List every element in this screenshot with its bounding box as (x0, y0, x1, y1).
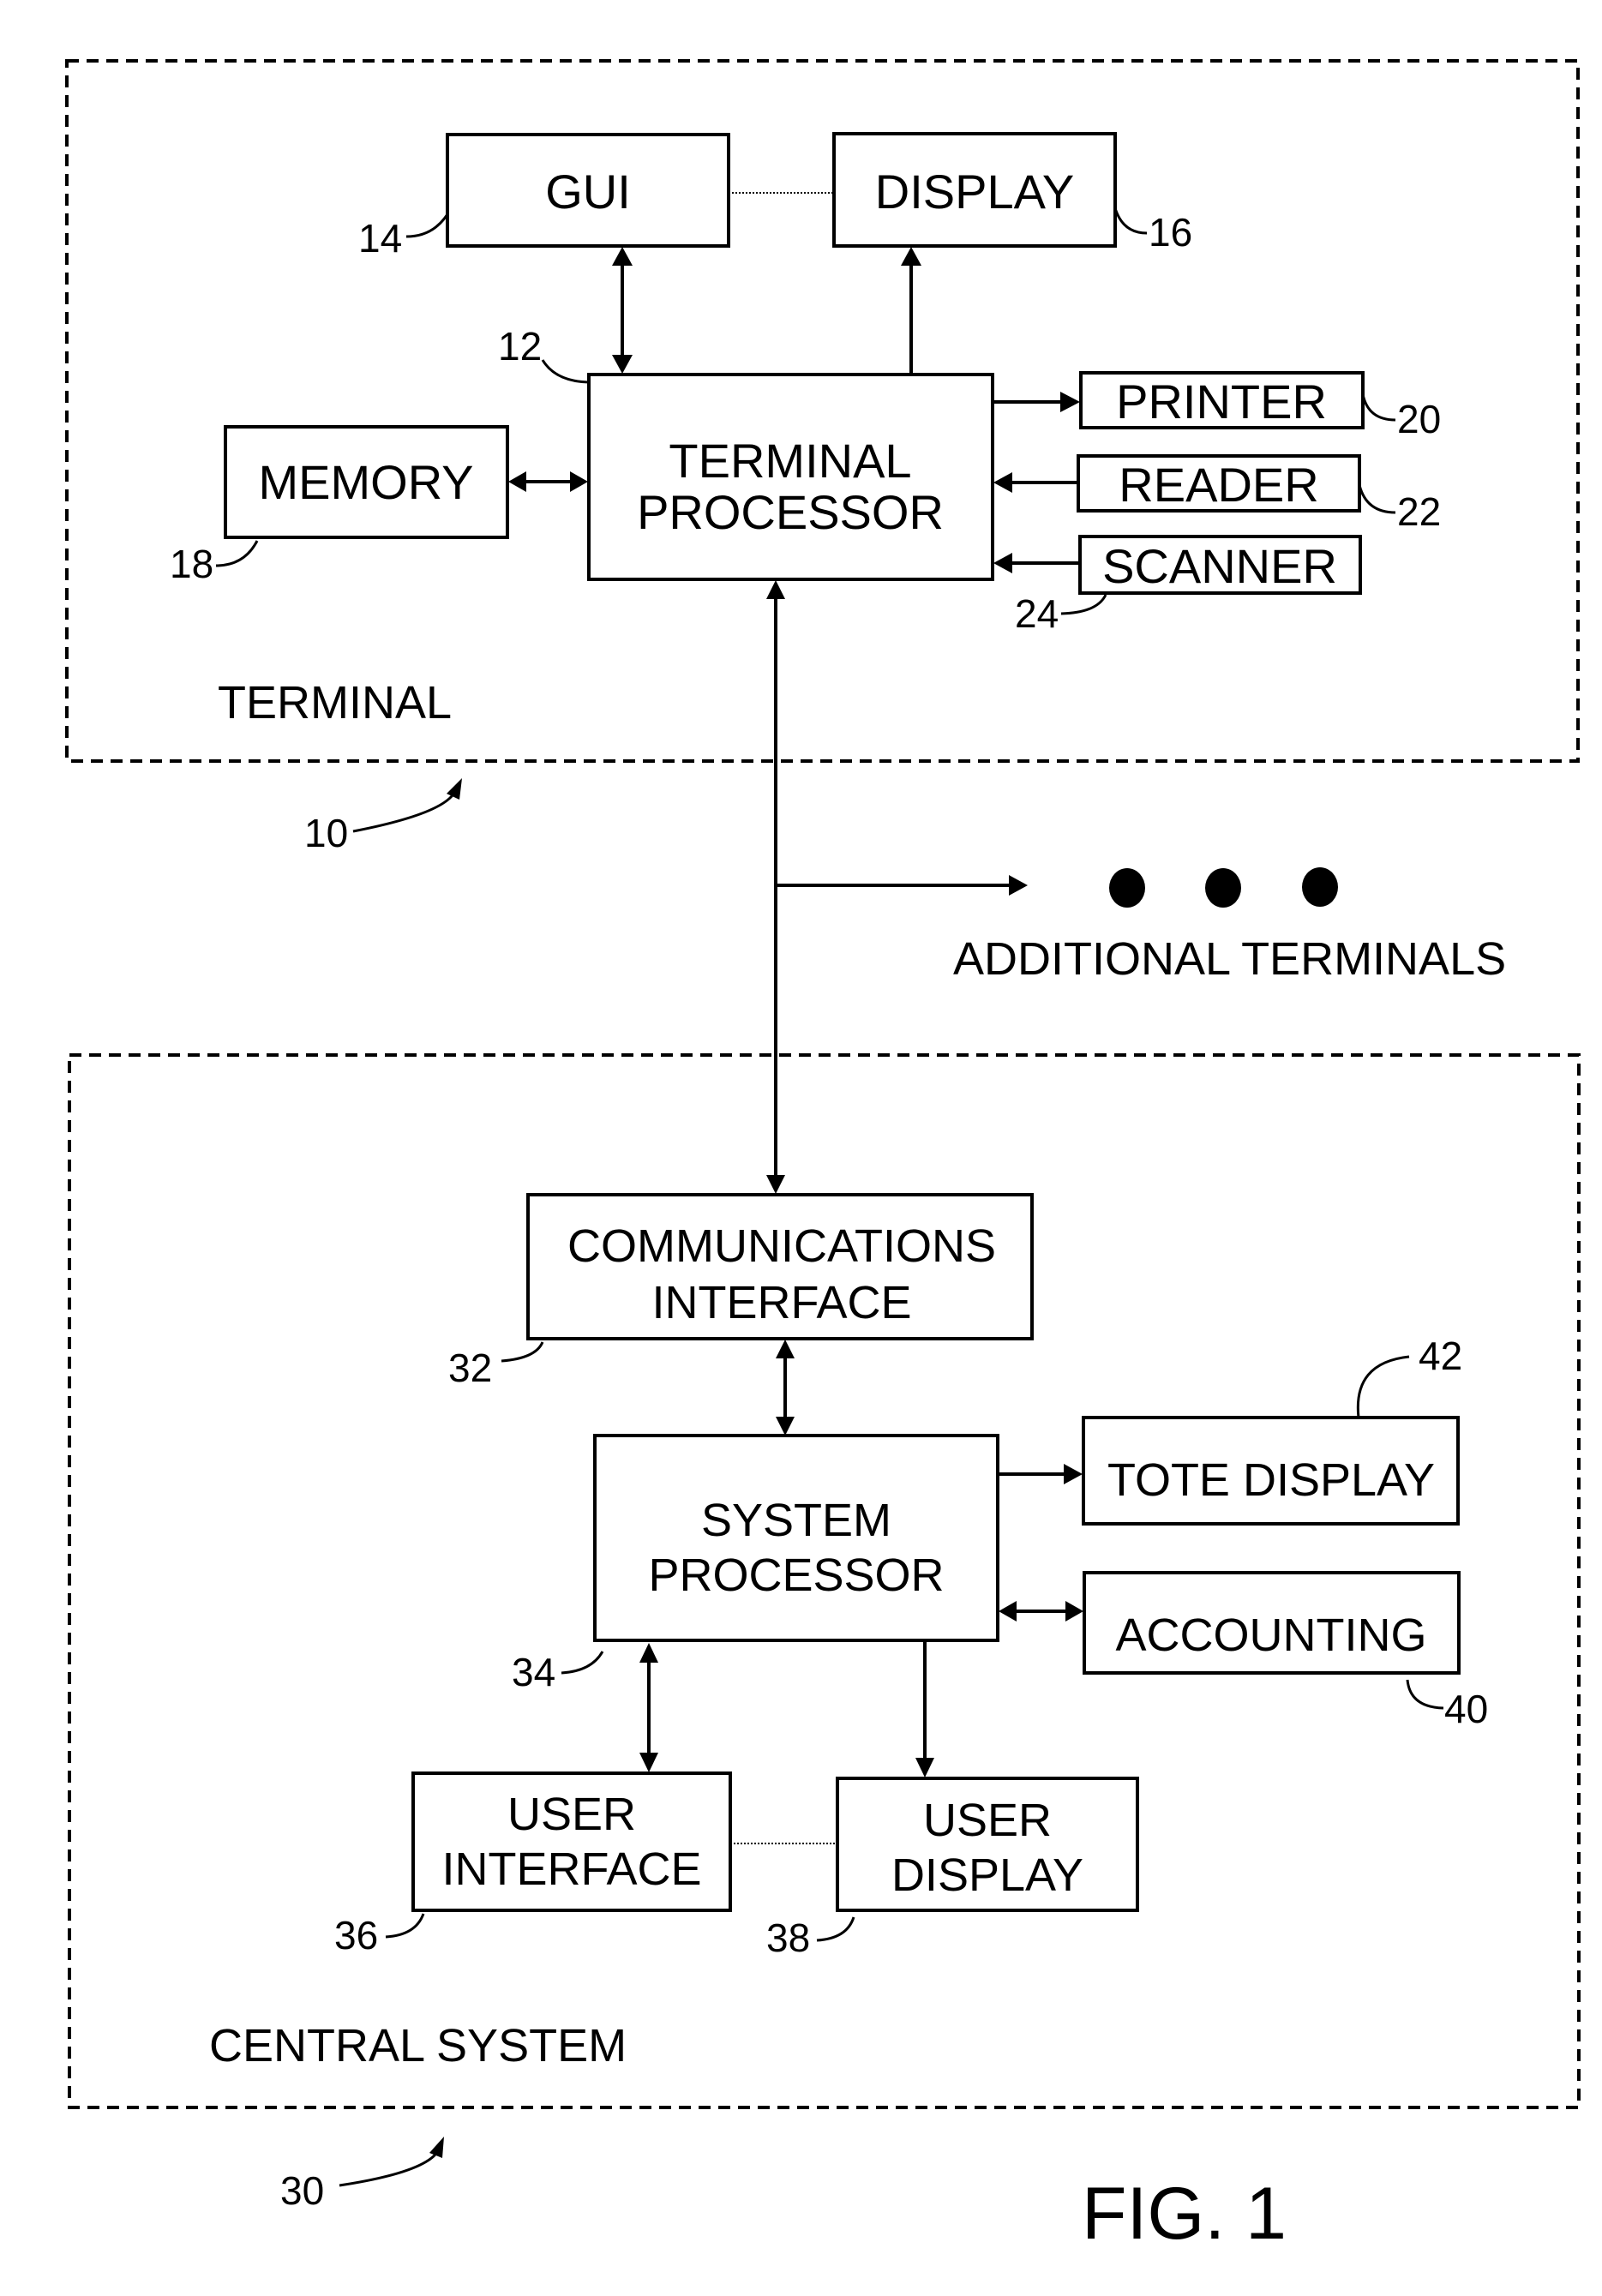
user-display-block: USER DISPLAY (836, 1777, 1139, 1912)
sysproc-tote-arrowhead (1064, 1464, 1083, 1484)
user-display-ref-leader (816, 1916, 855, 1942)
user-interface-ref: 36 (334, 1913, 378, 1957)
memory-label: MEMORY (259, 455, 474, 509)
ellipsis-icon (1109, 867, 1338, 908)
additional-terminals-label: ADDITIONAL TERMINALS (953, 933, 1506, 985)
terminal-ref: 10 (304, 811, 348, 855)
memory-tp-arrowhead-left (508, 471, 526, 492)
communications-interface-ref: 32 (448, 1346, 492, 1390)
gui-ref-leader (405, 213, 449, 238)
terminal-ref-arrow (352, 792, 456, 833)
printer-ref-leader (1361, 393, 1396, 422)
figure-caption: FIG. 1 (1082, 2173, 1287, 2255)
sysproc-ui-arrowhead-down (639, 1753, 658, 1772)
ellipsis-dot-2 (1205, 868, 1241, 908)
printer-block: PRINTER (1079, 371, 1365, 429)
scanner-block: SCANNER (1078, 535, 1362, 595)
terminal-section-label: TERMINAL (218, 677, 452, 728)
user-interface-label-line2: INTERFACE (441, 1843, 701, 1895)
scanner-ref: 24 (1015, 591, 1059, 636)
central-system-ref-arrow (339, 2150, 440, 2187)
central-system-ref-arrowhead (429, 2137, 444, 2158)
accounting-ref-leader (1406, 1679, 1444, 1710)
accounting-ref: 40 (1444, 1687, 1488, 1731)
ellipsis-dot-1 (1109, 868, 1145, 908)
sysproc-ud-arrowhead (915, 1758, 934, 1777)
memory-ref: 18 (170, 542, 213, 586)
gui-tp-arrowhead-down (612, 355, 633, 374)
terminal-processor-ref-leader (541, 359, 590, 384)
reader-ref: 22 (1397, 489, 1441, 534)
user-display-ref: 38 (766, 1915, 810, 1960)
user-interface-ref-leader (385, 1913, 425, 1939)
display-ref: 16 (1149, 210, 1192, 255)
system-processor-ref-leader (561, 1651, 604, 1675)
accounting-block: ACCOUNTING (1083, 1571, 1461, 1675)
display-ref-leader (1113, 207, 1148, 235)
tote-display-label: TOTE DISPLAY (1107, 1454, 1435, 1506)
gui-ref: 14 (358, 216, 402, 261)
ellipsis-dot-3 (1302, 867, 1338, 907)
terminal-processor-block: TERMINAL PROCESSOR (587, 373, 994, 581)
scanner-tp-arrowhead (993, 553, 1012, 573)
memory-block: MEMORY (224, 425, 509, 539)
gui-block: GUI (446, 133, 730, 248)
reader-block: READER (1077, 454, 1361, 513)
display-block: DISPLAY (832, 132, 1117, 248)
printer-label: PRINTER (1116, 375, 1327, 429)
sysproc-accounting-arrowhead-right (1065, 1601, 1083, 1622)
display-label: DISPLAY (875, 165, 1074, 219)
tote-display-ref: 42 (1419, 1334, 1462, 1378)
sysproc-accounting-arrowhead-left (999, 1601, 1017, 1622)
terminal-processor-label-line1: TERMINAL (669, 434, 911, 488)
tp-printer-arrowhead (1060, 392, 1080, 412)
central-system-section-label: CENTRAL SYSTEM (209, 2020, 627, 2071)
bus-branch-arrowhead (1009, 875, 1028, 896)
user-interface-label-line1: USER (507, 1789, 636, 1840)
bus-arrowhead-up (766, 580, 785, 599)
terminal-processor-label-line2: PROCESSOR (637, 485, 944, 539)
scanner-ref-leader (1060, 594, 1107, 615)
terminal-processor-ref: 12 (498, 324, 542, 369)
bus-arrowhead-down (766, 1175, 785, 1194)
communications-interface-label-line1: COMMUNICATIONS (567, 1220, 996, 1272)
communications-interface-label-line2: INTERFACE (651, 1277, 911, 1328)
gui-label: GUI (545, 165, 631, 219)
system-processor-ref: 34 (512, 1650, 555, 1694)
user-interface-block: USER INTERFACE (411, 1771, 732, 1912)
tote-display-ref-leader (1356, 1355, 1410, 1418)
system-processor-label-line2: PROCESSOR (648, 1550, 944, 1601)
system-processor-label-line1: SYSTEM (701, 1495, 891, 1546)
memory-tp-arrowhead-right (570, 471, 588, 492)
communications-interface-block: COMMUNICATIONS INTERFACE (526, 1193, 1034, 1340)
user-display-label-line1: USER (923, 1795, 1052, 1846)
central-system-ref: 30 (280, 2168, 324, 2213)
reader-label: READER (1119, 458, 1318, 512)
user-display-label-line2: DISPLAY (891, 1849, 1083, 1901)
accounting-label: ACCOUNTING (1116, 1610, 1427, 1661)
comms-sysproc-arrowhead-up (776, 1340, 795, 1358)
block-diagram: GUI 14 DISPLAY 16 TERMINAL PROCESSOR 12 … (65, 59, 1581, 2255)
scanner-label: SCANNER (1102, 539, 1337, 593)
system-processor-block: SYSTEM PROCESSOR (593, 1434, 999, 1642)
comms-sysproc-arrowhead-down (776, 1417, 795, 1436)
tp-display-arrowhead (901, 247, 921, 266)
terminal-ref-arrowhead (447, 778, 462, 800)
reader-tp-arrowhead (993, 472, 1012, 493)
communications-interface-ref-leader (501, 1341, 544, 1363)
reader-ref-leader (1358, 484, 1396, 514)
gui-tp-arrowhead-up (612, 247, 633, 266)
printer-ref: 20 (1397, 397, 1441, 441)
tote-display-block: TOTE DISPLAY (1082, 1416, 1460, 1526)
sysproc-ui-arrowhead-up (639, 1643, 658, 1663)
memory-ref-leader (215, 540, 259, 567)
